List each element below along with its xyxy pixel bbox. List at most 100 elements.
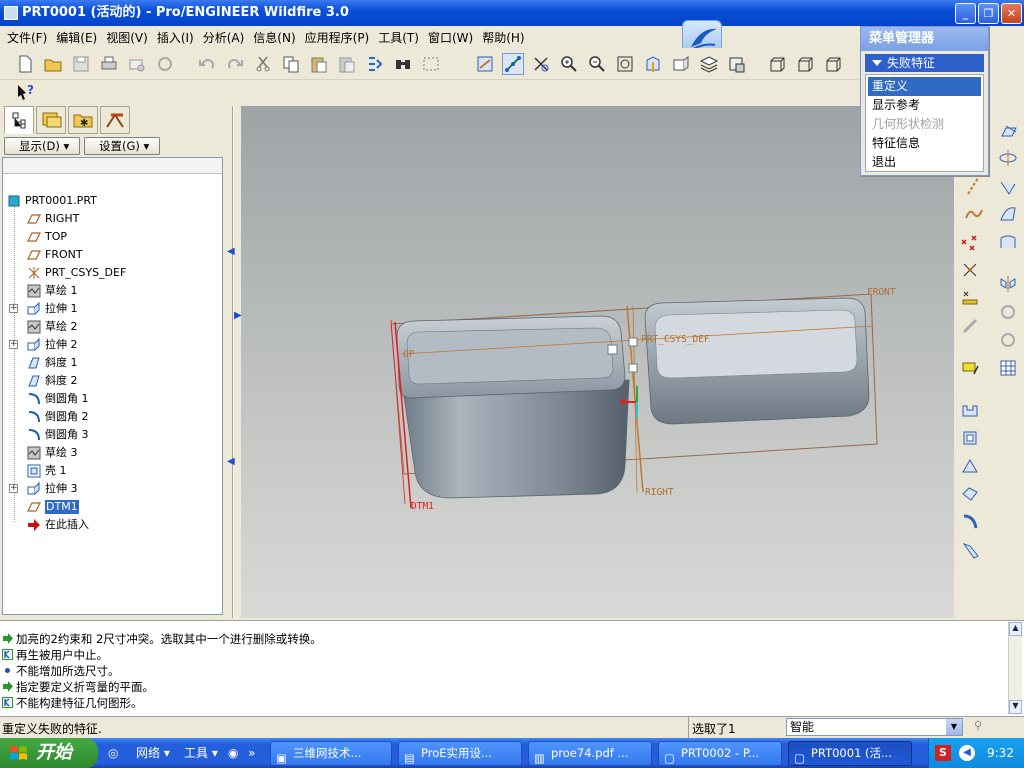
lock-icon[interactable]: ⚲ (974, 719, 986, 735)
tree-item[interactable]: 壳 1 (3, 462, 221, 480)
tree-item[interactable]: 倒圆角 1 (3, 390, 221, 408)
undo-icon[interactable] (196, 53, 218, 75)
task-button[interactable]: ▤ ProE实用设... (398, 741, 522, 766)
extrude-tool-icon[interactable] (960, 400, 982, 422)
saved-views-icon[interactable] (670, 53, 692, 75)
menu-applications[interactable]: 应用程序(P) (302, 26, 376, 46)
tree-item[interactable]: + 拉伸 2 (3, 336, 221, 354)
round-tool-icon[interactable] (960, 512, 982, 534)
view-manager-icon[interactable] (726, 53, 748, 75)
menu-tools[interactable]: 工具(T) (375, 26, 425, 46)
failed-feature-submenu[interactable]: 失败特征 (865, 54, 984, 72)
mirror-tool-icon[interactable] (998, 274, 1020, 296)
datum-plane-display-icon[interactable] (474, 53, 496, 75)
model-tree-tab-icon[interactable] (4, 106, 34, 134)
menu-file[interactable]: 文件(F) (4, 26, 53, 46)
connections-tab-icon[interactable] (100, 106, 130, 134)
redo-icon[interactable] (224, 53, 246, 75)
message-scrollbar[interactable]: ▲ ▼ (1008, 622, 1022, 714)
extend-tool-icon[interactable] (998, 330, 1020, 352)
tree-item[interactable]: 斜度 2 (3, 372, 221, 390)
menu-insert[interactable]: 插入(I) (154, 26, 200, 46)
datum-axis-tool-icon[interactable] (998, 148, 1020, 170)
graphics-viewport[interactable]: FRONT OP PRT_CSYS_DEF RIGHT DTM1 (241, 106, 954, 618)
reorient-icon[interactable] (642, 53, 664, 75)
paste-special-icon[interactable] (336, 53, 358, 75)
start-button[interactable]: 开始 (0, 738, 98, 768)
analysis-tool-icon[interactable] (960, 288, 982, 310)
collapse-arrow-icon[interactable]: ◀ (227, 456, 235, 467)
network-icon[interactable]: ◎ (108, 743, 118, 763)
pattern-tool-icon[interactable] (998, 358, 1020, 380)
settings-dropdown[interactable]: 设置(G) ▾ (84, 137, 160, 155)
tree-item[interactable]: 在此插入 (3, 516, 221, 534)
zoom-in-icon[interactable] (558, 53, 580, 75)
tree-root-part[interactable]: PRT0001.PRT (3, 192, 221, 210)
tree-item[interactable]: 草绘 2 (3, 318, 221, 336)
expand-icon[interactable]: + (9, 340, 18, 349)
folder-browser-tab-icon[interactable] (36, 106, 66, 134)
minimize-button[interactable]: _ (955, 3, 976, 24)
copy-icon[interactable] (280, 53, 302, 75)
menu-window[interactable]: 窗口(W) (425, 26, 479, 46)
quicklaunch-network[interactable]: 网络 ▾ (136, 743, 170, 763)
tree-item[interactable]: 倒圆角 3 (3, 426, 221, 444)
datum-point-tool-icon[interactable] (960, 232, 982, 254)
tray-arrow-icon[interactable]: ◀ (959, 745, 975, 761)
open-folder-icon[interactable] (42, 53, 64, 75)
favorites-tab-icon[interactable]: ✱ (68, 106, 98, 134)
scroll-down-arrow-icon[interactable]: ▼ (1009, 700, 1022, 714)
sketch-curve-icon[interactable] (964, 204, 986, 226)
quit-menu-item[interactable]: 退出 (868, 153, 981, 172)
hidden-line-icon[interactable] (794, 53, 816, 75)
context-help-icon[interactable]: ? (14, 81, 36, 103)
show-references-menu-item[interactable]: 显示参考 (868, 96, 981, 115)
paste-icon[interactable] (308, 53, 330, 75)
chevron-down-icon[interactable]: ▼ (946, 719, 962, 735)
layers-icon[interactable] (698, 53, 720, 75)
menu-analysis[interactable]: 分析(A) (200, 26, 251, 46)
cut-icon[interactable] (252, 53, 274, 75)
save-icon[interactable] (70, 53, 92, 75)
tree-item[interactable]: FRONT (3, 246, 221, 264)
tree-item[interactable]: RIGHT (3, 210, 221, 228)
restore-button[interactable]: ❐ (978, 3, 999, 24)
find-binoculars-icon[interactable] (392, 53, 414, 75)
shell-tool-icon[interactable] (960, 484, 982, 506)
close-button[interactable]: ✕ (1001, 3, 1022, 24)
ime-icon[interactable]: S (935, 745, 951, 761)
feature-info-menu-item[interactable]: 特征信息 (868, 134, 981, 153)
chamfer-tool-icon[interactable] (960, 540, 982, 562)
wireframe-icon[interactable] (766, 53, 788, 75)
ie-icon[interactable]: ◉ (228, 743, 238, 763)
zoom-out-icon[interactable] (586, 53, 608, 75)
regenerate-icon[interactable] (364, 53, 386, 75)
send-link-icon[interactable] (154, 53, 176, 75)
datum-axis-display-icon[interactable] (502, 53, 524, 75)
task-button[interactable]: ▢ PRT0002 - P... (658, 741, 782, 766)
datum-plane-tool-icon[interactable] (998, 122, 1020, 144)
tree-item[interactable]: 斜度 1 (3, 354, 221, 372)
menu-help[interactable]: 帮助(H) (479, 26, 530, 46)
menu-edit[interactable]: 编辑(E) (53, 26, 103, 46)
more-chevron-icon[interactable]: » (248, 743, 255, 763)
no-hidden-icon[interactable] (822, 53, 844, 75)
surface-tool-icon[interactable] (998, 204, 1020, 226)
tree-item[interactable]: PRT_CSYS_DEF (3, 264, 221, 282)
expand-icon[interactable]: + (9, 484, 18, 493)
tree-item[interactable]: + 拉伸 3 (3, 480, 221, 498)
datum-curve-tool-icon[interactable] (998, 176, 1020, 198)
send-mail-icon[interactable] (126, 53, 148, 75)
menu-info[interactable]: 信息(N) (250, 26, 301, 46)
expand-icon[interactable]: + (9, 304, 18, 313)
panel-splitter[interactable]: ◀ ▶ ◀ (226, 106, 242, 618)
sketch-tool-icon[interactable] (960, 358, 982, 380)
sketch-line-icon[interactable] (964, 176, 986, 198)
task-button-active[interactable]: ▢ PRT0001 (活... (788, 741, 912, 766)
tree-item[interactable]: DTM1 (3, 498, 221, 516)
merge-tool-icon[interactable] (998, 302, 1020, 324)
selection-box-icon[interactable] (420, 53, 442, 75)
trim-tool-icon[interactable] (960, 316, 982, 338)
tree-item[interactable]: 草绘 3 (3, 444, 221, 462)
revolve-tool-icon[interactable] (960, 428, 982, 450)
